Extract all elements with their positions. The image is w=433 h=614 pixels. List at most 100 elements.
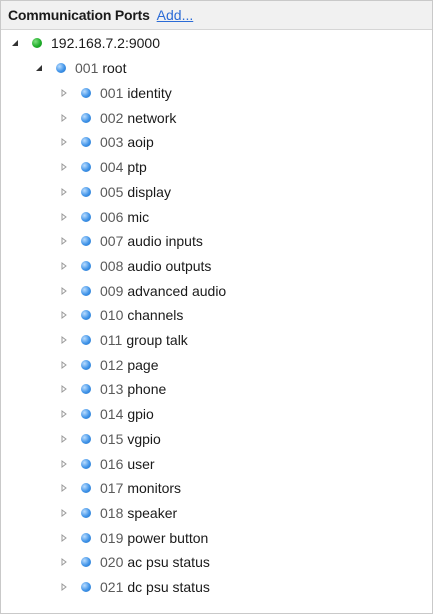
expand-arrow-icon[interactable]: [58, 309, 70, 321]
child-number: 009: [100, 282, 124, 299]
child-label: 010 channels: [100, 307, 183, 323]
tree-node-child[interactable]: 016 user: [58, 452, 155, 476]
child-number: 021: [100, 579, 124, 595]
tree-node-child[interactable]: 007 audio inputs: [58, 229, 203, 253]
expand-arrow-icon[interactable]: [58, 87, 70, 99]
expand-arrow-icon[interactable]: [58, 383, 70, 395]
expand-arrow-icon[interactable]: [58, 285, 70, 297]
tree-node-child[interactable]: 013 phone: [58, 377, 166, 401]
tree-node-child[interactable]: 012 page: [58, 353, 159, 377]
expand-arrow-icon[interactable]: [58, 532, 70, 544]
expand-arrow-icon[interactable]: [58, 556, 70, 568]
expand-arrow-icon[interactable]: [58, 581, 70, 593]
status-blue-icon: [81, 433, 91, 444]
expand-arrow-icon[interactable]: [58, 408, 70, 420]
child-label: 019 power button: [100, 530, 208, 546]
child-name: audio outputs: [127, 257, 212, 274]
expand-arrow-icon[interactable]: [58, 482, 70, 494]
root-number: 001: [75, 60, 99, 76]
expand-arrow-icon[interactable]: [58, 458, 70, 470]
tree-node-child[interactable]: 002 network: [58, 106, 176, 130]
child-name: network: [127, 109, 177, 126]
expand-arrow-icon[interactable]: [58, 507, 70, 519]
child-label: 016 user: [100, 456, 155, 472]
communication-ports-panel: Communication Ports Add... 192.168.7.2:9…: [0, 0, 433, 614]
status-blue-icon: [81, 557, 91, 568]
child-name: advanced audio: [127, 282, 227, 299]
child-number: 004: [100, 159, 124, 176]
child-label: 006 mic: [100, 209, 149, 225]
child-number: 003: [100, 134, 124, 151]
tree-node-child[interactable]: 020 ac psu status: [58, 550, 210, 574]
child-label: 001 identity: [100, 85, 172, 101]
expand-arrow-icon[interactable]: [58, 211, 70, 223]
child-name: gpio: [127, 406, 154, 423]
tree-node-child[interactable]: 001 identity: [58, 81, 172, 105]
collapse-arrow-icon[interactable]: [33, 62, 45, 74]
child-label: 003 aoip: [100, 134, 154, 150]
child-name: page: [127, 356, 159, 373]
status-blue-icon: [81, 582, 91, 592]
child-label: 005 display: [100, 184, 171, 200]
child-name: audio inputs: [127, 233, 203, 250]
child-label: 015 vgpio: [100, 431, 161, 447]
tree-node-child[interactable]: 004 ptp: [58, 155, 147, 179]
tree-node-child[interactable]: 014 gpio: [58, 402, 154, 426]
collapse-arrow-icon[interactable]: [9, 37, 21, 49]
tree-node-child[interactable]: 003 aoip: [58, 130, 154, 154]
expand-arrow-icon[interactable]: [58, 334, 70, 346]
child-number: 015: [100, 430, 124, 447]
root-name: root: [102, 60, 127, 76]
child-number: 013: [100, 381, 124, 398]
status-blue-icon: [81, 285, 91, 296]
status-blue-icon: [81, 236, 91, 247]
expand-arrow-icon[interactable]: [58, 359, 70, 371]
child-name: channels: [127, 307, 184, 324]
child-name: aoip: [127, 134, 154, 151]
child-number: 011: [100, 332, 123, 348]
root-label: 001 root: [75, 60, 126, 76]
tree-node-child[interactable]: 017 monitors: [58, 476, 181, 500]
status-blue-icon: [81, 409, 91, 420]
expand-arrow-icon[interactable]: [58, 136, 70, 148]
status-blue-icon: [81, 186, 91, 197]
tree-node-child[interactable]: 006 mic: [58, 205, 149, 229]
status-blue-icon: [81, 310, 91, 321]
tree-node-child[interactable]: 010 channels: [58, 303, 183, 327]
tree-node-child[interactable]: 009 advanced audio: [58, 279, 226, 303]
expand-arrow-icon[interactable]: [58, 433, 70, 445]
expand-arrow-icon[interactable]: [58, 161, 70, 173]
tree-node-child[interactable]: 008 audio outputs: [58, 254, 211, 278]
child-number: 008: [100, 257, 124, 274]
child-number: 014: [100, 406, 124, 423]
status-blue-icon: [81, 483, 91, 494]
status-blue-icon: [81, 458, 91, 469]
child-number: 016: [100, 455, 124, 472]
status-blue-icon: [81, 359, 91, 370]
tree-node-root[interactable]: 001 root: [33, 56, 126, 80]
status-blue-icon: [81, 260, 91, 271]
expand-arrow-icon[interactable]: [58, 186, 70, 198]
expand-arrow-icon[interactable]: [58, 260, 70, 272]
tree-node-child[interactable]: 021 dc psu status: [58, 575, 210, 599]
expand-arrow-icon[interactable]: [58, 112, 70, 124]
child-label: 011 group talk: [100, 332, 188, 348]
status-blue-icon: [81, 112, 91, 123]
tree-node-child[interactable]: 011 group talk: [58, 328, 188, 352]
child-number: 002: [100, 109, 124, 126]
status-blue-icon: [81, 335, 91, 345]
panel-title: Communication Ports: [8, 7, 150, 23]
tree-node-child[interactable]: 005 display: [58, 180, 171, 204]
tree-node-child[interactable]: 019 power button: [58, 526, 208, 550]
tree-node-host[interactable]: 192.168.7.2:9000: [9, 31, 160, 55]
child-name: identity: [127, 85, 172, 101]
child-name: display: [127, 183, 171, 200]
host-label: 192.168.7.2:9000: [51, 35, 160, 51]
child-number: 007: [100, 233, 124, 250]
child-number: 006: [100, 208, 124, 225]
child-label: 012 page: [100, 357, 159, 373]
expand-arrow-icon[interactable]: [58, 235, 70, 247]
tree-node-child[interactable]: 018 speaker: [58, 501, 177, 525]
tree-node-child[interactable]: 015 vgpio: [58, 427, 161, 451]
add-link[interactable]: Add...: [157, 7, 194, 23]
